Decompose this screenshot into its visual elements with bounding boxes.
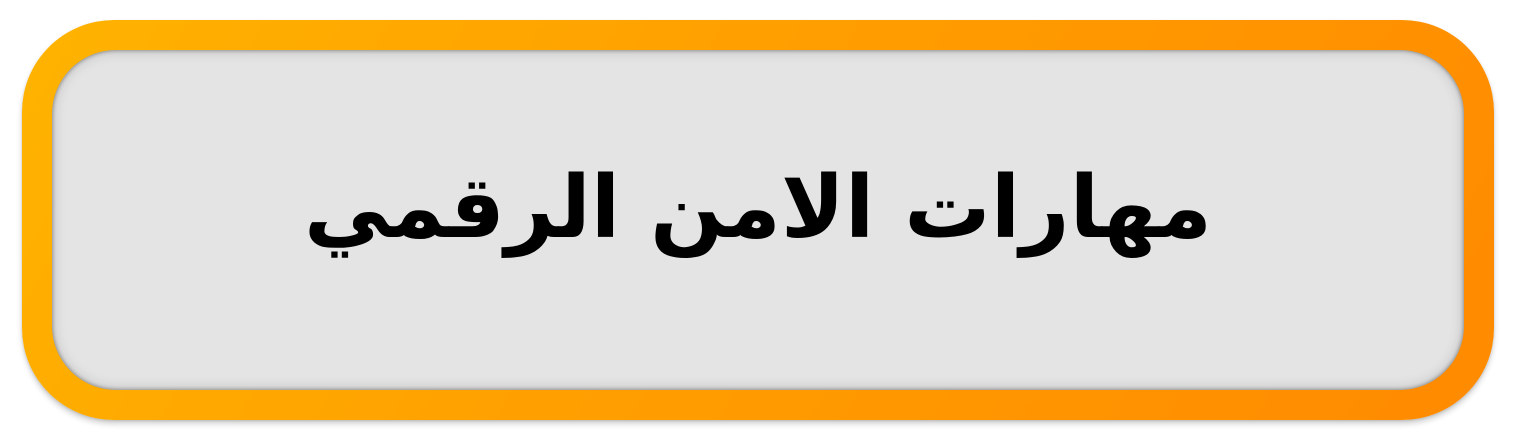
- title-card-panel[interactable]: مهارات الامن الرقمي: [52, 50, 1464, 390]
- card-title: مهارات الامن الرقمي: [304, 158, 1212, 258]
- canvas: مهارات الامن الرقمي: [0, 0, 1524, 448]
- title-card-frame[interactable]: مهارات الامن الرقمي: [22, 20, 1494, 420]
